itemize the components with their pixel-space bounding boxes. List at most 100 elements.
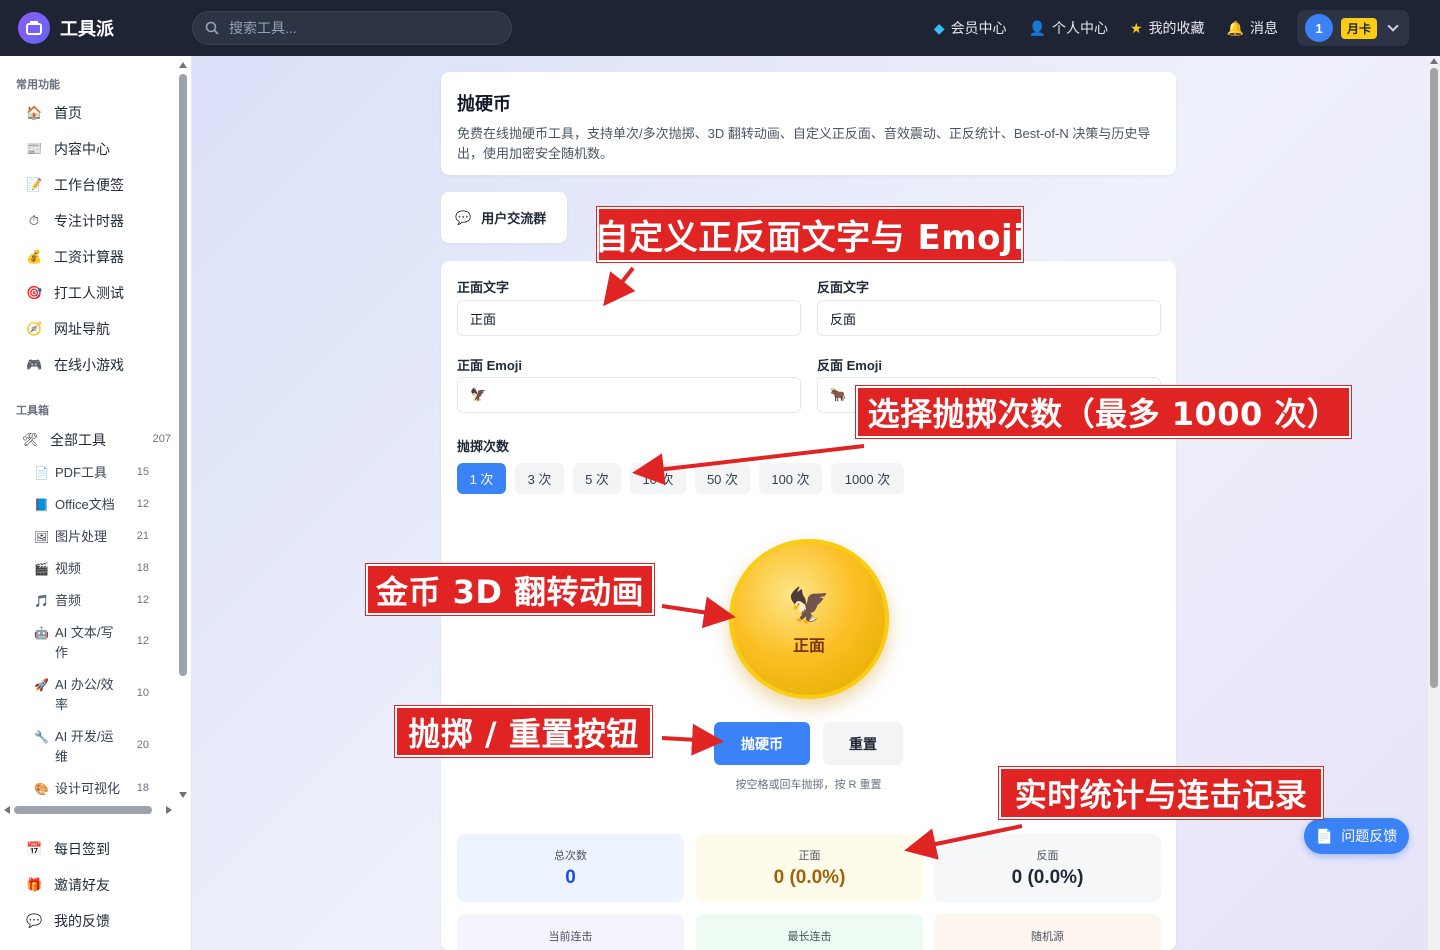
front-emoji-label: 正面 Emoji: [457, 358, 523, 373]
search-input[interactable]: [229, 20, 489, 36]
sidebar-tool-label: 音频: [55, 593, 82, 608]
count-option-0[interactable]: 1 次: [457, 463, 506, 494]
sidebar-tool-5[interactable]: 🤖 AI 文本/写作: [34, 623, 152, 663]
sidebar: 常用功能 🏠 首页 📰 内容中心 📝 工作台便签 ⏱ 专注计时器 💰 工资计算器 🎯 打工人测试 🧭 网址…: [0, 56, 192, 950]
sidebar-item-2[interactable]: 📝 工作台便签: [26, 175, 124, 195]
vip-badge: 月卡: [1341, 17, 1378, 39]
annotation-buttons: 抛掷 / 重置按钮: [395, 706, 652, 757]
stat-value: 0: [565, 867, 576, 888]
sidebar-tool-3[interactable]: 🎬 视频: [34, 559, 152, 579]
back-emoji-label: 反面 Emoji: [817, 358, 883, 373]
sidebar-item-6[interactable]: 🧭 网址导航: [26, 319, 110, 339]
chat-bubble-icon: 💬: [455, 209, 472, 225]
page-scrollbar[interactable]: [1428, 56, 1440, 950]
sidebar-tool-4[interactable]: 🎵 音频: [34, 591, 152, 611]
office-icon: 📘: [34, 498, 49, 512]
sidebar-item-all-tools[interactable]: 🛠 全部工具: [22, 430, 106, 450]
sidebar-tool-8[interactable]: 🎨 设计可视化: [34, 779, 152, 799]
stat-card-secondary-2: 随机源: [934, 914, 1161, 950]
count-option-2[interactable]: 5 次: [573, 463, 621, 494]
coin-face-label: 正面: [792, 638, 825, 655]
sidebar-tool-count: 10: [136, 687, 149, 699]
sidebar-tool-count: 18: [136, 782, 149, 794]
count-option-4[interactable]: 50 次: [695, 463, 750, 494]
sidebar-h-scrollbar[interactable]: [4, 804, 174, 816]
stat-card-secondary-1: 最长连击: [696, 914, 923, 950]
sidebar-tool-7[interactable]: 🔧 AI 开发/运维: [34, 727, 152, 767]
home-icon: 🏠: [26, 105, 43, 120]
toss-button[interactable]: 抛硬币: [714, 722, 810, 765]
nav-profile[interactable]: 👤 个人中心: [1029, 18, 1108, 38]
wrench-icon: 🔧: [34, 730, 49, 744]
sidebar-item-4[interactable]: 💰 工资计算器: [26, 247, 124, 267]
user-menu[interactable]: 1 月卡: [1297, 10, 1409, 46]
sidebar-bottom-label: 我的反馈: [54, 913, 110, 929]
stat-label: 随机源: [1031, 931, 1064, 943]
count-option-3[interactable]: 10 次: [630, 463, 686, 494]
all-tools-count: 207: [152, 433, 171, 445]
sidebar-tool-label: 图片处理: [55, 529, 108, 544]
sidebar-bottom-2[interactable]: 💬 我的反馈: [26, 911, 110, 931]
palette-icon: 🎨: [34, 782, 49, 796]
sidebar-tool-count: 18: [136, 562, 149, 574]
sidebar-tool-count: 12: [136, 498, 149, 510]
sidebar-bottom-0[interactable]: 📅 每日签到: [26, 839, 110, 859]
sidebar-item-3[interactable]: ⏱ 专注计时器: [26, 211, 124, 231]
coin[interactable]: 🦅 正面: [729, 539, 889, 699]
sidebar-bottom-label: 邀请好友: [54, 877, 110, 893]
sidebar-tool-count: 12: [136, 594, 149, 606]
feedback-button[interactable]: 📄 问题反馈: [1304, 818, 1409, 854]
sidebar-tool-2[interactable]: 🖼 图片处理: [34, 527, 152, 547]
video-icon: 🎬: [34, 562, 49, 576]
sidebar-tool-6[interactable]: 🚀 AI 办公/效率: [34, 675, 152, 715]
avatar: 1: [1305, 14, 1333, 42]
count-option-5[interactable]: 100 次: [759, 463, 822, 494]
sidebar-scrollbar[interactable]: [178, 62, 188, 800]
logo-text: 工具派: [60, 19, 114, 39]
logo[interactable]: 工具派: [18, 12, 114, 44]
gem-icon: ◆: [933, 19, 945, 36]
count-option-6[interactable]: 1000 次: [831, 463, 904, 494]
count-option-1[interactable]: 3 次: [515, 463, 564, 494]
front-text-label: 正面文字: [457, 280, 510, 295]
title-card: 抛硬币 免费在线抛硬币工具，支持单次/多次抛掷、3D 翻转动画、自定义正反面、音…: [441, 72, 1176, 175]
user-group-button[interactable]: 💬 用户交流群: [441, 192, 567, 243]
page-description: 免费在线抛硬币工具，支持单次/多次抛掷、3D 翻转动画、自定义正反面、音效震动、…: [457, 126, 1151, 161]
memo-icon: 📝: [26, 177, 43, 192]
stat-label: 当前连击: [548, 931, 593, 943]
sidebar-tool-label: AI 办公/效率: [55, 677, 114, 712]
star-icon: ★: [1130, 19, 1143, 36]
nav-messages[interactable]: 🔔 消息: [1227, 18, 1278, 38]
sidebar-tool-label: Office文档: [55, 497, 115, 512]
sidebar-item-label: 专注计时器: [54, 213, 124, 229]
search-box[interactable]: [192, 11, 512, 45]
sidebar-tool-0[interactable]: 📄 PDF工具: [34, 463, 152, 483]
front-emoji-input[interactable]: 🦅: [457, 377, 801, 413]
sidebar-bottom-1[interactable]: 🎁 邀请好友: [26, 875, 110, 895]
nav-favorites[interactable]: ★ 我的收藏: [1130, 18, 1205, 38]
sidebar-item-7[interactable]: 🎮 在线小游戏: [26, 355, 124, 375]
sidebar-tool-count: 15: [136, 466, 149, 478]
sidebar-tool-count: 12: [136, 635, 149, 647]
chevron-down-icon: [1387, 20, 1399, 32]
gamepad-icon: 🎮: [26, 357, 43, 372]
music-icon: 🎵: [34, 594, 49, 608]
logo-icon: [18, 12, 50, 44]
sidebar-item-5[interactable]: 🎯 打工人测试: [26, 283, 124, 303]
sidebar-tool-1[interactable]: 📘 Office文档: [34, 495, 152, 515]
stat-value: 0 (0.0%): [773, 867, 846, 888]
nav-membership[interactable]: ◆ 会员中心: [934, 18, 1007, 38]
stat-card-1: 正面 0 (0.0%): [696, 834, 923, 902]
top-nav: ◆ 会员中心 👤 个人中心 ★ 我的收藏 🔔 消息: [934, 0, 1278, 56]
sidebar-tool-count: 21: [136, 530, 149, 542]
section-common: 常用功能: [16, 79, 60, 91]
back-text-input[interactable]: 反面: [817, 300, 1161, 336]
front-text-input[interactable]: 正面: [457, 300, 801, 336]
sidebar-item-label: 工资计算器: [54, 249, 124, 265]
sidebar-tool-count: 20: [136, 739, 149, 751]
image-icon: 🖼: [34, 530, 50, 544]
sidebar-item-1[interactable]: 📰 内容中心: [26, 139, 110, 159]
reset-button[interactable]: 重置: [823, 722, 903, 765]
sidebar-item-0[interactable]: 🏠 首页: [26, 103, 82, 123]
stat-label: 最长连击: [787, 931, 832, 943]
